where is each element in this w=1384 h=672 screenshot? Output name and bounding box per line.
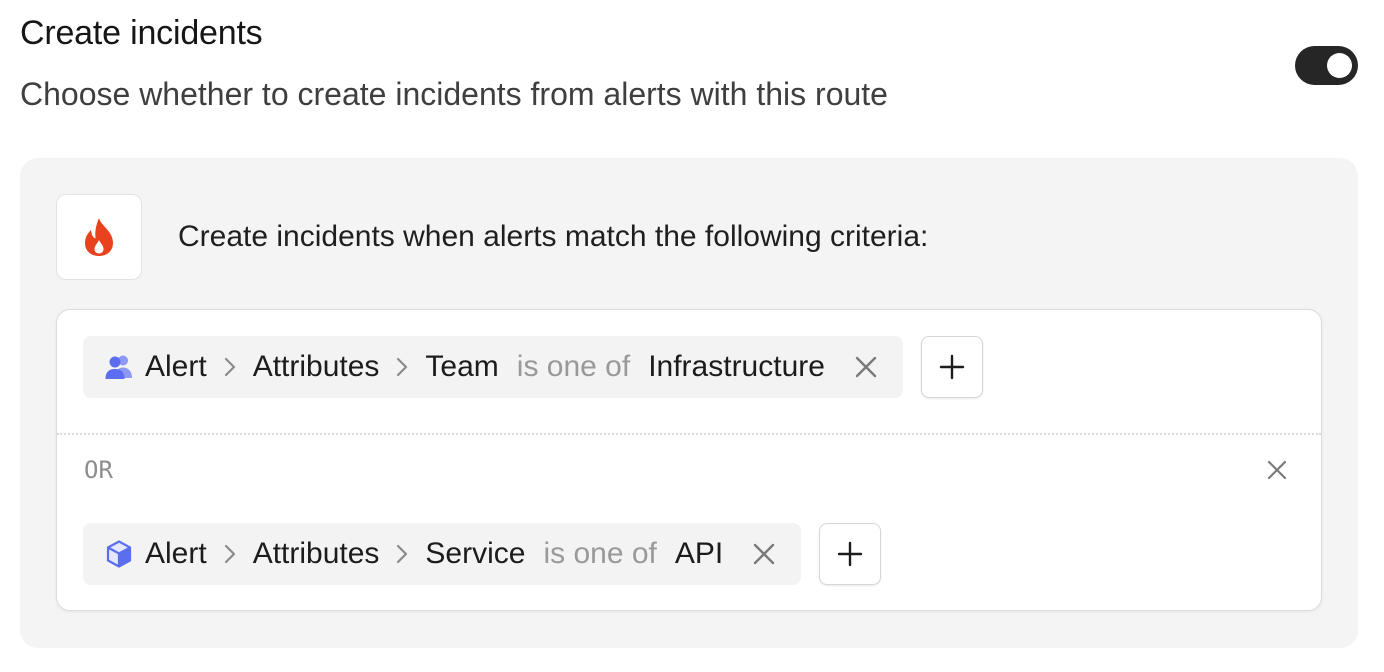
section-description: Choose whether to create incidents from … bbox=[20, 76, 888, 112]
condition-group: Alert Attributes Team is one of Infrastr… bbox=[57, 310, 1321, 434]
condition-path-part: Alert bbox=[145, 350, 207, 383]
chevron-right-icon bbox=[391, 356, 413, 378]
add-condition-button[interactable] bbox=[920, 336, 983, 398]
or-separator: OR bbox=[84, 456, 113, 484]
condition-path-part: Alert bbox=[145, 537, 207, 570]
flame-icon bbox=[56, 194, 142, 280]
chevron-right-icon bbox=[219, 543, 241, 565]
chevron-right-icon bbox=[219, 356, 241, 378]
toggle-knob bbox=[1327, 53, 1352, 78]
condition-path-part: Team bbox=[425, 350, 499, 383]
condition-row: Alert Attributes Service is one of API bbox=[83, 523, 882, 585]
cube-icon bbox=[103, 538, 135, 570]
condition-operator: is one of bbox=[543, 537, 657, 570]
criteria-heading: Create incidents when alerts match the f… bbox=[178, 220, 929, 253]
criteria-panel: Create incidents when alerts match the f… bbox=[20, 158, 1358, 648]
team-icon bbox=[103, 351, 135, 383]
condition-row: Alert Attributes Team is one of Infrastr… bbox=[83, 336, 983, 398]
condition-value: Infrastructure bbox=[648, 350, 825, 383]
remove-group-icon[interactable] bbox=[1265, 458, 1289, 482]
plus-icon bbox=[838, 541, 863, 567]
chevron-right-icon bbox=[391, 543, 413, 565]
remove-condition-icon[interactable] bbox=[853, 354, 879, 380]
condition-pill-service[interactable]: Alert Attributes Service is one of API bbox=[83, 523, 802, 585]
condition-path-part: Attributes bbox=[252, 537, 380, 570]
condition-group: OR Alert Attributes Service is one of AP… bbox=[57, 434, 1321, 612]
condition-path-part: Attributes bbox=[252, 350, 380, 383]
create-incidents-settings: Create incidents Choose whether to creat… bbox=[0, 0, 1384, 672]
condition-value: API bbox=[674, 537, 724, 570]
remove-condition-icon[interactable] bbox=[751, 541, 777, 567]
add-condition-button[interactable] bbox=[819, 523, 882, 585]
section-title: Create incidents bbox=[20, 14, 263, 52]
condition-operator: is one of bbox=[516, 350, 631, 383]
plus-icon bbox=[939, 354, 965, 380]
condition-pill-team[interactable]: Alert Attributes Team is one of Infrastr… bbox=[83, 336, 903, 398]
condition-path-part: Service bbox=[425, 537, 526, 570]
create-incidents-toggle[interactable] bbox=[1295, 46, 1358, 85]
conditions-card: Alert Attributes Team is one of Infrastr… bbox=[56, 309, 1322, 611]
